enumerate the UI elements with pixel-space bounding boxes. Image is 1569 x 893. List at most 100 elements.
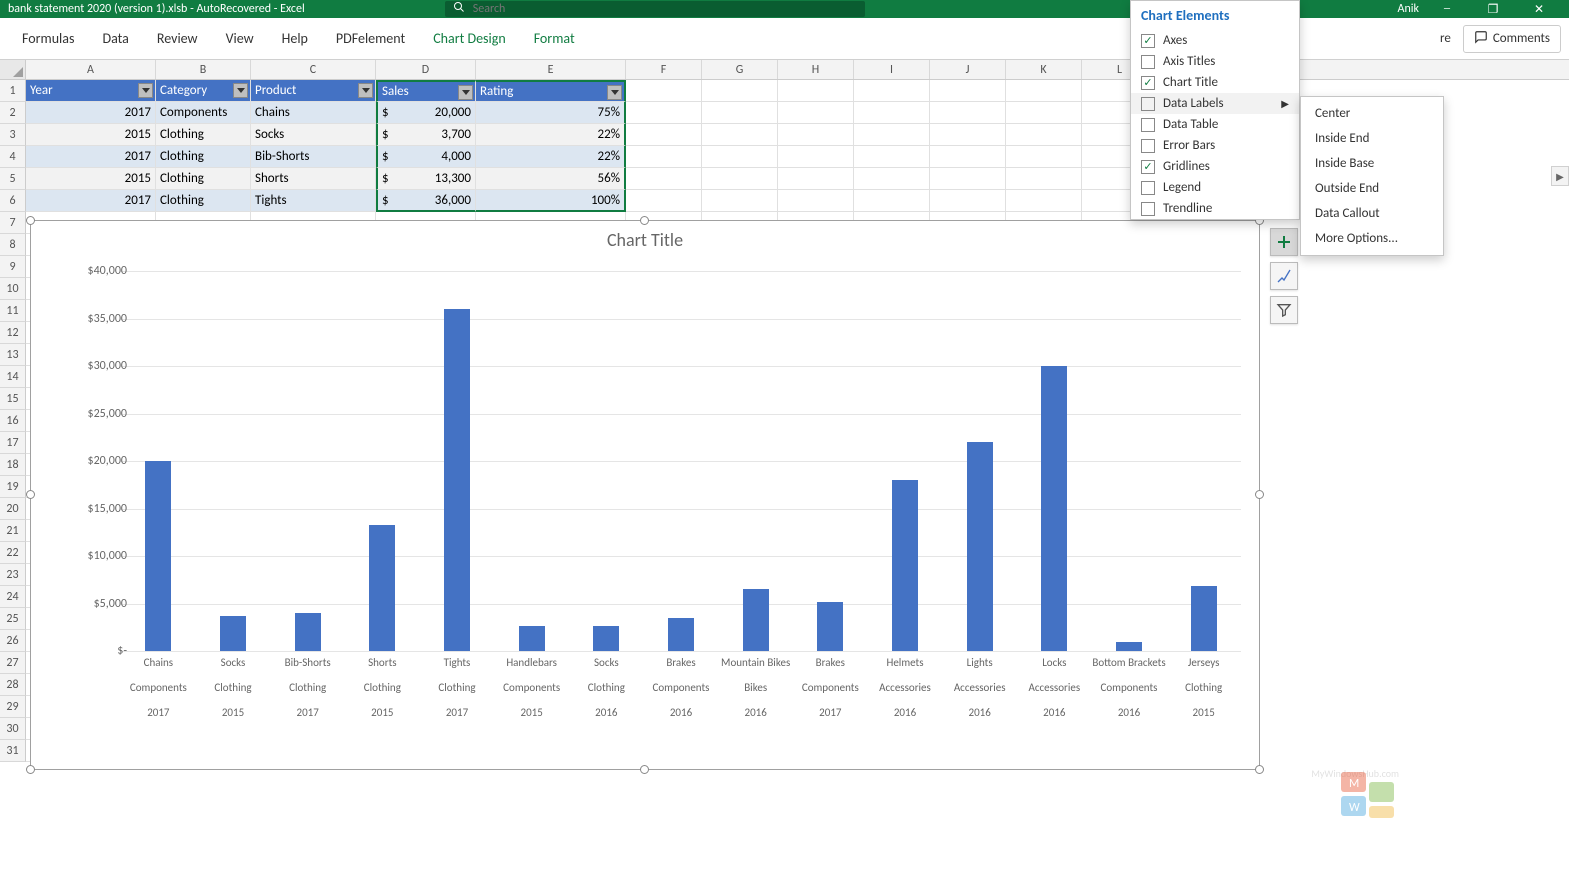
cell-B5[interactable]: Clothing — [156, 168, 251, 190]
row-header-29[interactable]: 29 — [0, 696, 26, 718]
row-header-26[interactable]: 26 — [0, 630, 26, 652]
cell-C2[interactable]: Chains — [251, 102, 376, 124]
cell-F3[interactable] — [626, 124, 702, 146]
cell-H5[interactable] — [778, 168, 854, 190]
row-header-23[interactable]: 23 — [0, 564, 26, 586]
cell-I5[interactable] — [854, 168, 930, 190]
chart-element-data-labels[interactable]: Data Labels▶ — [1131, 93, 1299, 114]
chart-bar[interactable] — [892, 480, 918, 651]
checkbox[interactable]: ✓ — [1141, 160, 1155, 174]
chart-bar[interactable] — [743, 589, 769, 651]
cell-K1[interactable] — [1006, 80, 1082, 102]
chart-bar[interactable] — [1191, 586, 1217, 651]
search-input[interactable] — [473, 2, 857, 16]
cell-H4[interactable] — [778, 146, 854, 168]
submenu-more-options-[interactable]: More Options... — [1301, 226, 1443, 251]
cell-I1[interactable] — [854, 80, 930, 102]
chart-bar[interactable] — [220, 616, 246, 651]
cell-H3[interactable] — [778, 124, 854, 146]
filter-dropdown-category[interactable] — [233, 83, 248, 98]
cell-B3[interactable]: Clothing — [156, 124, 251, 146]
cell-E4[interactable]: 22% — [476, 146, 626, 168]
cell-C1[interactable]: Product — [251, 80, 376, 102]
submenu-data-callout[interactable]: Data Callout — [1301, 201, 1443, 226]
chart-bar[interactable] — [444, 309, 470, 651]
row-header-7[interactable]: 7 — [0, 212, 26, 234]
submenu-center[interactable]: Center — [1301, 101, 1443, 126]
search-box[interactable] — [445, 1, 865, 17]
select-all-corner[interactable] — [0, 60, 26, 79]
cell-D6[interactable]: $36,000 — [376, 190, 476, 212]
cell-E5[interactable]: 56% — [476, 168, 626, 190]
row-header-9[interactable]: 9 — [0, 256, 26, 278]
tab-view[interactable]: View — [212, 18, 268, 60]
chart-plot-area[interactable] — [121, 271, 1241, 651]
cell-K4[interactable] — [1006, 146, 1082, 168]
cell-J4[interactable] — [930, 146, 1006, 168]
column-header-D[interactable]: D — [376, 60, 476, 79]
row-header-31[interactable]: 31 — [0, 740, 26, 762]
chart-element-axis-titles[interactable]: Axis Titles — [1131, 51, 1299, 72]
user-name[interactable]: Anik — [1398, 2, 1419, 16]
row-header-28[interactable]: 28 — [0, 674, 26, 696]
filter-dropdown-rating[interactable] — [607, 85, 622, 100]
cell-D2[interactable]: $20,000 — [376, 102, 476, 124]
scroll-right-arrow[interactable]: ▶ — [1551, 166, 1569, 186]
cell-A4[interactable]: 2017 — [26, 146, 156, 168]
column-header-E[interactable]: E — [476, 60, 626, 79]
cell-B2[interactable]: Components — [156, 102, 251, 124]
cell-B1[interactable]: Category — [156, 80, 251, 102]
cell-J5[interactable] — [930, 168, 1006, 190]
row-header-5[interactable]: 5 — [0, 168, 26, 190]
cell-H6[interactable] — [778, 190, 854, 212]
column-header-G[interactable]: G — [702, 60, 778, 79]
row-header-18[interactable]: 18 — [0, 454, 26, 476]
checkbox[interactable] — [1141, 202, 1155, 216]
checkbox[interactable]: ✓ — [1141, 76, 1155, 90]
cell-I4[interactable] — [854, 146, 930, 168]
row-header-17[interactable]: 17 — [0, 432, 26, 454]
row-header-6[interactable]: 6 — [0, 190, 26, 212]
row-header-12[interactable]: 12 — [0, 322, 26, 344]
chart-bar[interactable] — [145, 461, 171, 651]
cell-D1[interactable]: Sales — [376, 80, 476, 102]
column-header-F[interactable]: F — [626, 60, 702, 79]
cell-C6[interactable]: Tights — [251, 190, 376, 212]
chart-element-legend[interactable]: Legend — [1131, 177, 1299, 198]
row-header-2[interactable]: 2 — [0, 102, 26, 124]
chart-element-error-bars[interactable]: Error Bars — [1131, 135, 1299, 156]
cell-I6[interactable] — [854, 190, 930, 212]
cell-A5[interactable]: 2015 — [26, 168, 156, 190]
column-header-I[interactable]: I — [854, 60, 930, 79]
cell-E2[interactable]: 75% — [476, 102, 626, 124]
cell-F1[interactable] — [626, 80, 702, 102]
cell-J3[interactable] — [930, 124, 1006, 146]
cell-I2[interactable] — [854, 102, 930, 124]
column-header-B[interactable]: B — [156, 60, 251, 79]
embedded-chart[interactable]: Chart Title ChainsComponents2017SocksClo… — [30, 220, 1260, 770]
filter-dropdown-year[interactable] — [138, 83, 153, 98]
cell-C5[interactable]: Shorts — [251, 168, 376, 190]
cell-G4[interactable] — [702, 146, 778, 168]
row-header-3[interactable]: 3 — [0, 124, 26, 146]
cell-H1[interactable] — [778, 80, 854, 102]
row-header-22[interactable]: 22 — [0, 542, 26, 564]
checkbox[interactable]: ✓ — [1141, 34, 1155, 48]
comments-button[interactable]: Comments — [1463, 25, 1561, 53]
cell-A6[interactable]: 2017 — [26, 190, 156, 212]
chart-bar[interactable] — [519, 626, 545, 651]
cell-J1[interactable] — [930, 80, 1006, 102]
row-header-8[interactable]: 8 — [0, 234, 26, 256]
cell-K3[interactable] — [1006, 124, 1082, 146]
row-header-30[interactable]: 30 — [0, 718, 26, 740]
submenu-outside-end[interactable]: Outside End — [1301, 176, 1443, 201]
row-header-19[interactable]: 19 — [0, 476, 26, 498]
row-header-21[interactable]: 21 — [0, 520, 26, 542]
row-header-16[interactable]: 16 — [0, 410, 26, 432]
chart-filters-button[interactable] — [1270, 296, 1298, 324]
submenu-inside-base[interactable]: Inside Base — [1301, 151, 1443, 176]
submenu-inside-end[interactable]: Inside End — [1301, 126, 1443, 151]
chart-element-axes[interactable]: ✓Axes — [1131, 30, 1299, 51]
row-header-15[interactable]: 15 — [0, 388, 26, 410]
cell-K2[interactable] — [1006, 102, 1082, 124]
